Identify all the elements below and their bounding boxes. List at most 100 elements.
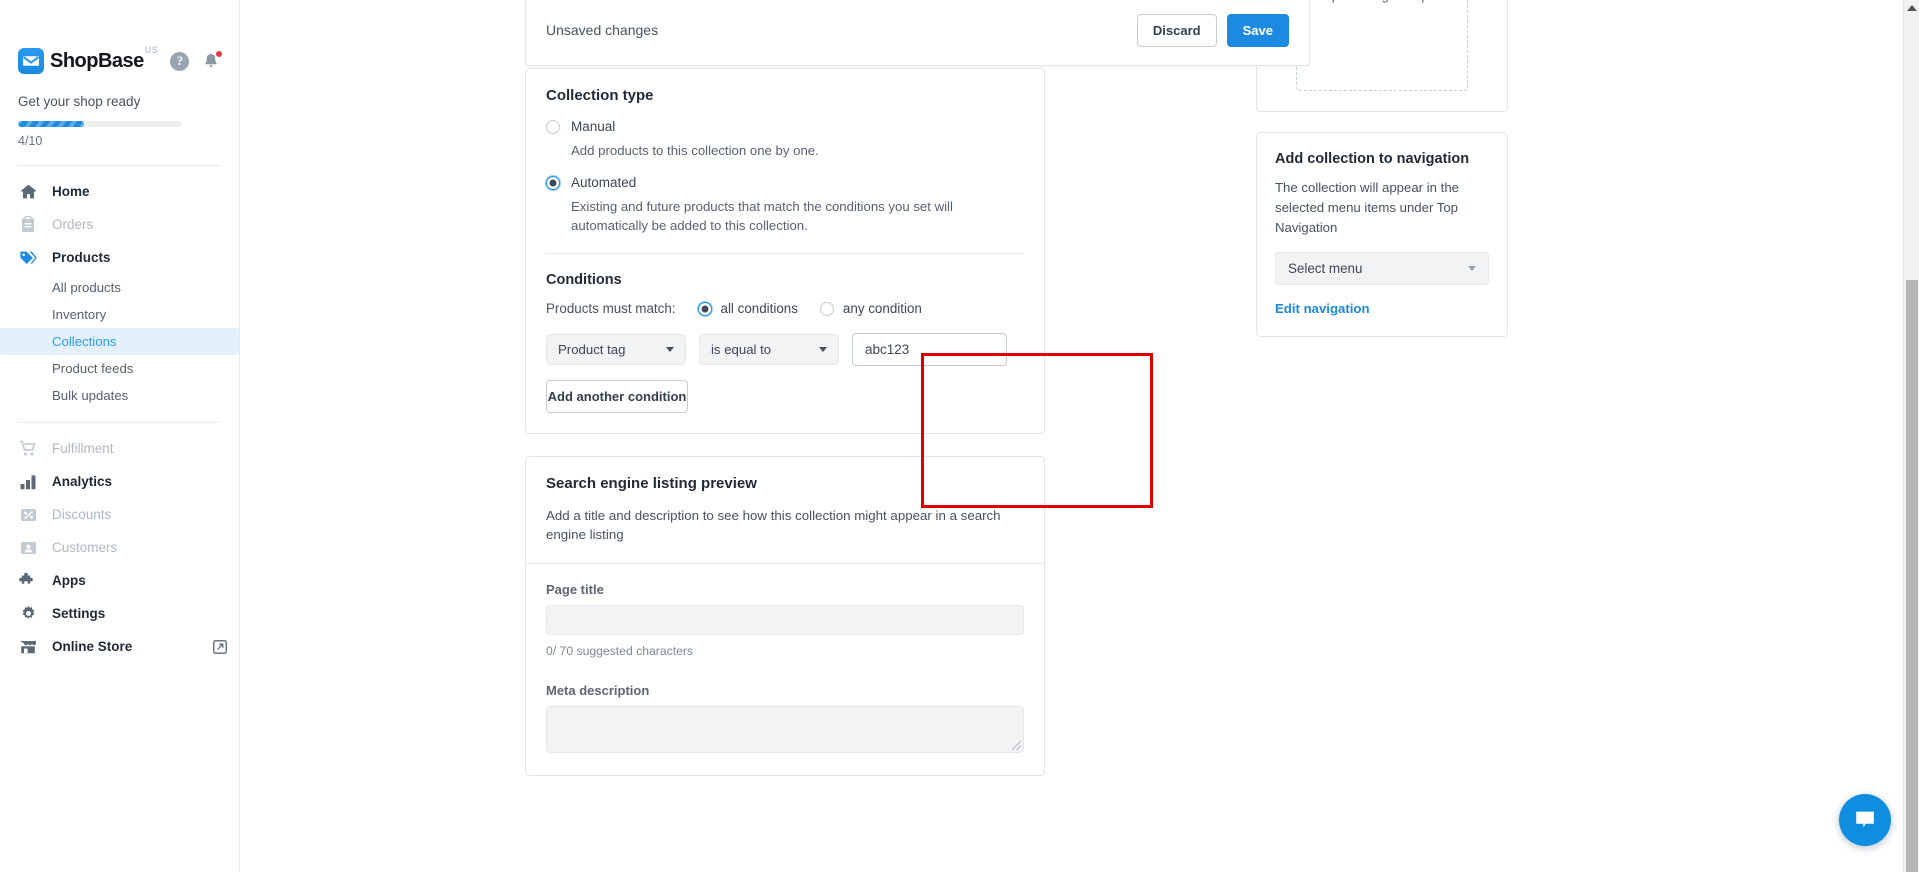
page-title-label: Page title — [546, 582, 1024, 597]
main-content: Unsaved changes Discard Save Collection … — [240, 0, 1919, 872]
add-to-navigation-card: Add collection to navigation The collect… — [1256, 132, 1508, 337]
condition-row: Product tag is equal to abc123 — [546, 333, 1024, 366]
analytics-bars-icon — [18, 474, 38, 490]
collection-type-option-manual[interactable]: Manual — [546, 119, 1024, 134]
match-option-any[interactable]: any condition — [820, 301, 922, 316]
apps-puzzle-icon — [18, 572, 38, 589]
sidebar-item-products[interactable]: Products — [0, 241, 239, 274]
sidebar-subitem-label: Inventory — [52, 307, 106, 322]
seo-preview-card: Search engine listing preview Add a titl… — [525, 456, 1045, 775]
chevron-down-icon — [666, 347, 674, 352]
help-button[interactable]: ? — [170, 52, 189, 71]
sidebar-subitem-bulk-updates[interactable]: Bulk updates — [0, 382, 239, 409]
chevron-down-icon — [819, 347, 827, 352]
sidebar-spacer — [0, 423, 239, 432]
external-link-icon — [213, 640, 227, 654]
scroll-up-arrow-icon[interactable] — [1907, 5, 1917, 11]
sidebar-item-settings[interactable]: Settings — [0, 597, 239, 630]
radio-automated-help: Existing and future products that match … — [571, 197, 1024, 235]
radio-automated-label: Automated — [571, 175, 636, 190]
sidebar-item-home[interactable]: Home — [0, 175, 239, 208]
sidebar-subitem-label: Bulk updates — [52, 388, 128, 403]
condition-field-value: Product tag — [558, 342, 625, 357]
select-menu-value: Select menu — [1288, 261, 1362, 276]
conditions-divider — [546, 253, 1024, 254]
collection-type-card: Collection type Manual Add products to t… — [525, 68, 1045, 434]
sidebar-item-label: Analytics — [52, 474, 112, 489]
sidebar-item-label: Discounts — [52, 507, 111, 522]
sidebar-subitem-collections[interactable]: Collections — [0, 328, 239, 355]
navigation-card-description: The collection will appear in the select… — [1275, 178, 1489, 237]
onboarding-title: Get your shop ready — [18, 94, 221, 109]
seo-fields: Page title 0/ 70 suggested characters Me… — [526, 563, 1044, 775]
meta-description-input[interactable] — [546, 706, 1024, 753]
dropzone-label: Drop an image to upload — [1311, 0, 1453, 3]
sidebar-item-label: Fulfillment — [52, 441, 114, 456]
radio-any-condition[interactable] — [820, 302, 834, 316]
sidebar: ShopBase US ? Get your shop ready 4 — [0, 0, 240, 872]
seo-title: Search engine listing preview — [546, 475, 1024, 492]
radio-manual-label: Manual — [571, 119, 615, 134]
condition-value-input[interactable]: abc123 — [852, 333, 1007, 366]
fulfillment-cart-icon — [18, 440, 38, 457]
collection-type-option-automated[interactable]: Automated — [546, 175, 1024, 190]
page-title-input[interactable] — [546, 605, 1024, 635]
condition-field-select[interactable]: Product tag — [546, 334, 686, 365]
sidebar-item-label: Apps — [52, 573, 86, 588]
image-dropzone[interactable]: Drop an image to upload — [1296, 0, 1468, 91]
condition-value-text: abc123 — [865, 342, 909, 357]
envelope-logo-icon — [18, 48, 44, 74]
sidebar-item-customers[interactable]: Customers — [0, 531, 239, 564]
discard-button[interactable]: Discard — [1137, 14, 1217, 47]
sidebar-subitem-product-feeds[interactable]: Product feeds — [0, 355, 239, 382]
page-title-char-hint: 0/ 70 suggested characters — [546, 644, 1024, 658]
condition-operator-value: is equal to — [711, 342, 771, 357]
radio-all-conditions[interactable] — [698, 302, 712, 316]
progress-bar — [18, 121, 182, 127]
conditions-title: Conditions — [546, 272, 1024, 288]
edit-navigation-link[interactable]: Edit navigation — [1275, 301, 1489, 316]
sidebar-item-label: Orders — [52, 217, 93, 232]
match-option-all[interactable]: all conditions — [698, 301, 798, 316]
sidebar-item-label: Online Store — [52, 639, 132, 654]
radio-automated[interactable] — [546, 176, 560, 190]
resize-grip-icon[interactable] — [1012, 741, 1021, 750]
help-icon: ? — [170, 52, 189, 71]
vertical-scrollbar[interactable] — [1903, 0, 1919, 872]
collection-type-body: Collection type Manual Add products to t… — [526, 69, 1044, 433]
sidebar-item-online-store[interactable]: Online Store — [0, 630, 239, 663]
onboarding-progress[interactable]: Get your shop ready 4/10 — [0, 78, 239, 148]
products-tag-icon — [18, 250, 38, 266]
brand-row: ShopBase US ? — [0, 0, 239, 78]
sidebar-item-orders[interactable]: Orders — [0, 208, 239, 241]
orders-clipboard-icon — [18, 216, 38, 233]
condition-operator-select[interactable]: is equal to — [699, 334, 839, 365]
save-bar-actions: Discard Save — [1137, 14, 1289, 47]
main-column: Collection type Manual Add products to t… — [525, 68, 1045, 798]
scrollbar-thumb[interactable] — [1906, 280, 1918, 872]
navigation-card-title: Add collection to navigation — [1275, 151, 1489, 167]
sidebar-item-fulfillment[interactable]: Fulfillment — [0, 432, 239, 465]
save-button[interactable]: Save — [1227, 14, 1289, 47]
sidebar-subitem-inventory[interactable]: Inventory — [0, 301, 239, 328]
sidebar-nav: Home Orders Products Al — [0, 166, 239, 663]
seo-header: Search engine listing preview Add a titl… — [526, 457, 1044, 562]
add-another-condition-button[interactable]: Add another condition — [546, 380, 688, 413]
select-menu-dropdown[interactable]: Select menu — [1275, 252, 1489, 285]
sidebar-subitem-label: Collections — [52, 334, 117, 349]
brand-region: US — [145, 45, 159, 55]
sidebar-item-discounts[interactable]: Discounts — [0, 498, 239, 531]
chat-widget-button[interactable] — [1839, 794, 1891, 846]
sidebar-item-label: Settings — [52, 606, 105, 621]
unsaved-changes-message: Unsaved changes — [546, 22, 658, 38]
unsaved-changes-bar: Unsaved changes Discard Save — [525, 0, 1310, 66]
radio-manual[interactable] — [546, 120, 560, 134]
sidebar-item-analytics[interactable]: Analytics — [0, 465, 239, 498]
match-row: Products must match: all conditions any … — [546, 301, 1024, 316]
sidebar-subitem-all-products[interactable]: All products — [0, 274, 239, 301]
notifications-button[interactable] — [201, 51, 221, 71]
customers-icon — [18, 540, 38, 556]
progress-bar-fill — [18, 121, 84, 127]
sidebar-item-label: Products — [52, 250, 111, 265]
sidebar-item-apps[interactable]: Apps — [0, 564, 239, 597]
